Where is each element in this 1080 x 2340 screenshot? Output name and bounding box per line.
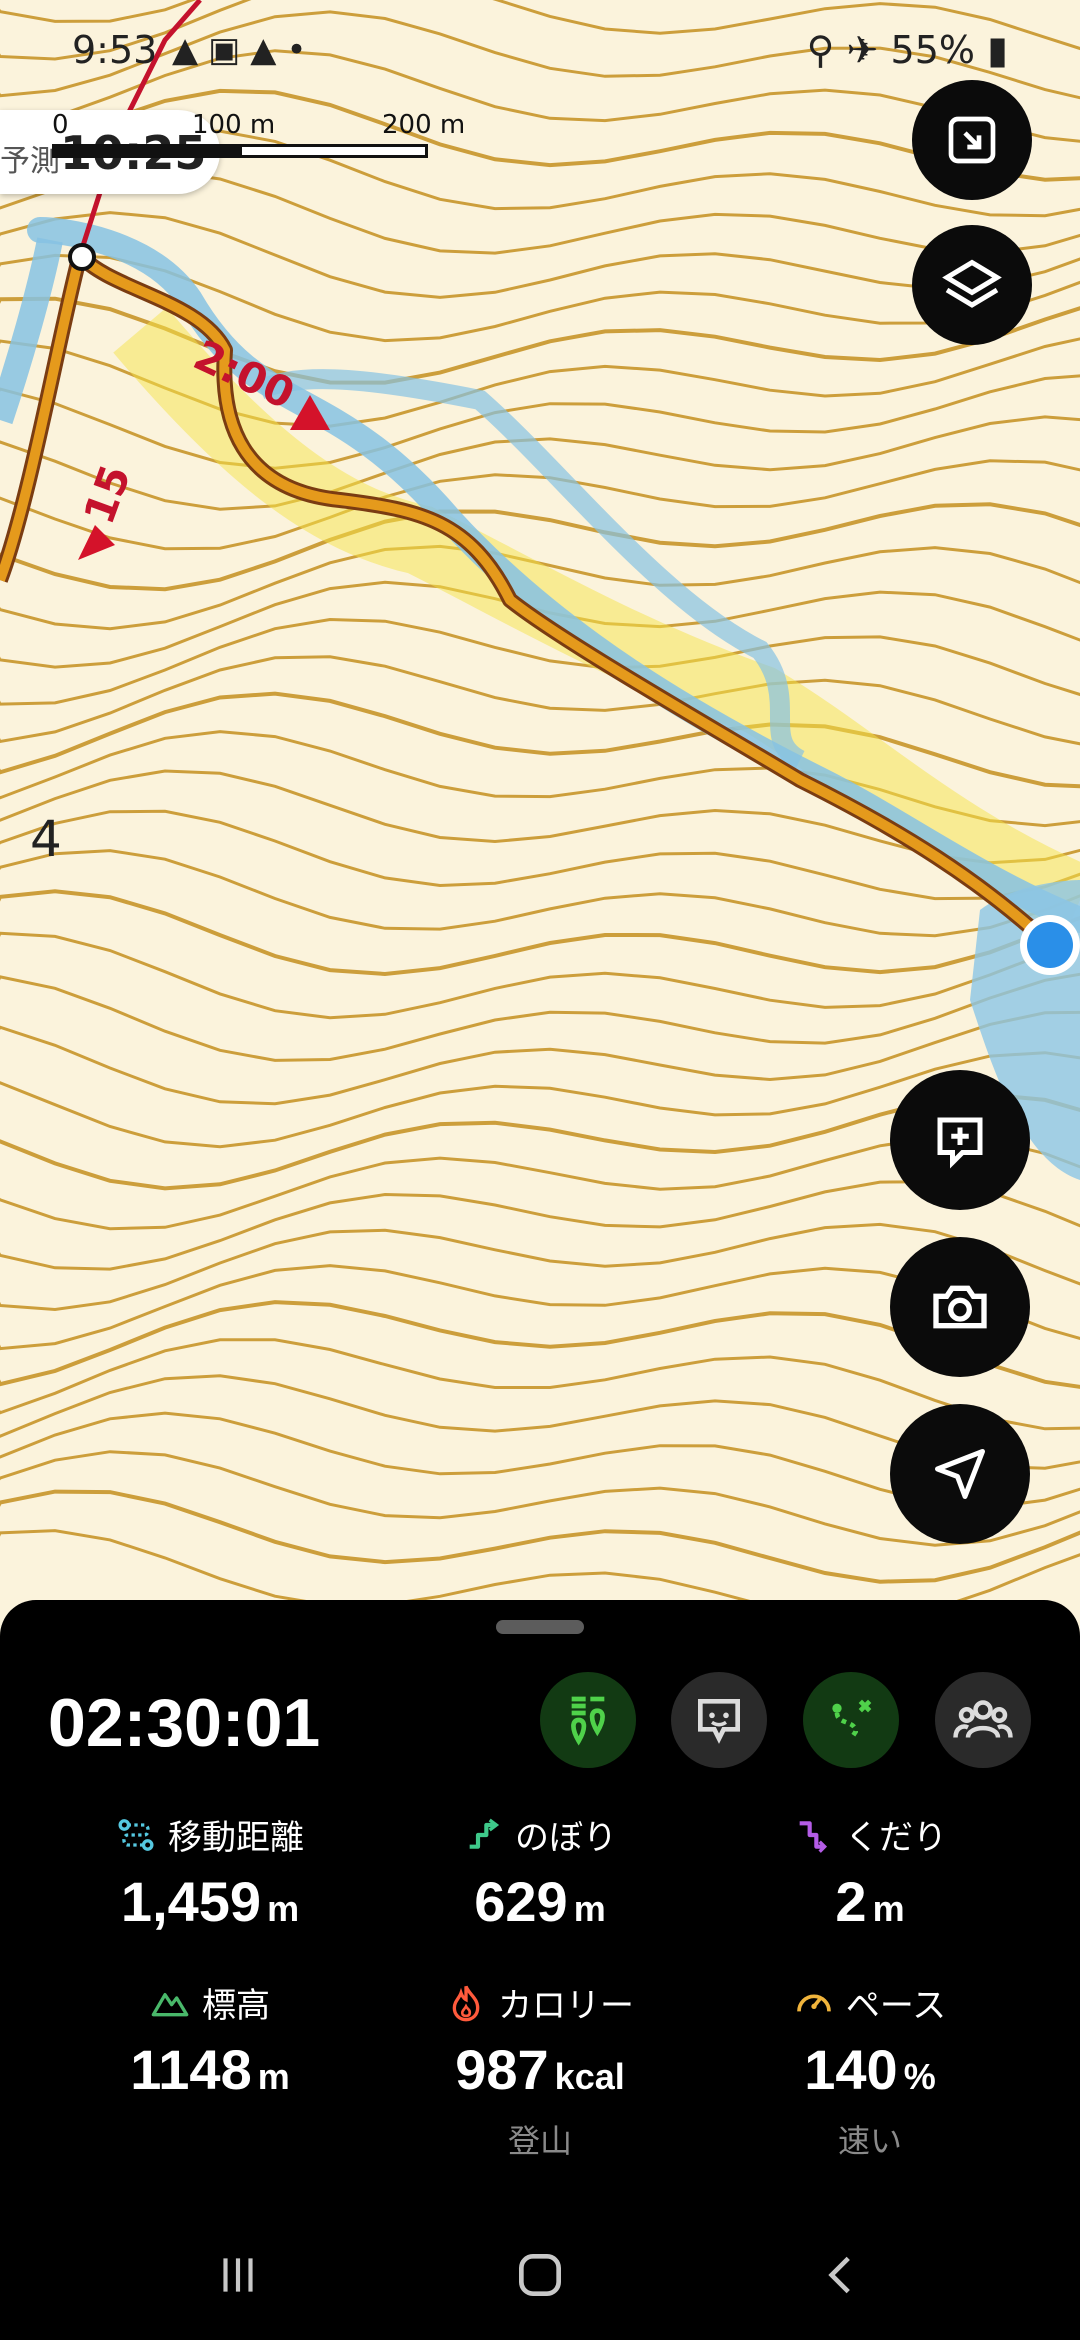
back-icon [828,2256,850,2294]
stat-pace-value: 140 [804,2038,898,2101]
navigation-arrow-icon: ▲ [250,30,287,70]
stat-ascent-label: のぼり [515,1818,617,1858]
group-button[interactable] [935,1672,1031,1768]
back-button[interactable] [782,2240,902,2310]
system-nav-bar [0,2200,1080,2340]
scale-bar-fill [52,144,242,158]
stat-calories-value: 987 [455,2038,549,2101]
route-button[interactable] [803,1672,899,1768]
home-button[interactable] [480,2240,600,2310]
status-bar: 9:53 ▲▣▲• ⚲ ✈ 55% ▮ [0,0,1080,100]
stat-elevation-value: 1148 [130,2038,252,2101]
recent-apps-button[interactable] [178,2240,298,2310]
stat-distance: 移動距離 1,459 m [30,1810,390,1934]
stat-pace-sub: 速い [837,2122,902,2160]
stat-distance-value: 1,459 [120,1870,262,1933]
distance-icon [118,1818,154,1851]
stat-distance-unit: m [267,1888,300,1929]
add-memo-button[interactable] [890,1070,1030,1210]
navigation-icon [935,1449,985,1499]
layers-icon [942,259,1002,308]
stat-pace: ペース 140% 速い [690,1978,1050,2162]
airplane-icon: ✈ [846,28,879,72]
mountain-icon [151,1992,189,2016]
stat-ascent: のぼり 629 m [360,1810,720,1934]
navigation-arrow-icon: ▲ [172,30,209,70]
stat-calories-unit: kcal [554,2056,625,2097]
map-contour-label: 4 [30,810,62,868]
route-icon [832,1699,872,1740]
battery-icon: ▮ [987,28,1008,72]
stat-descent-unit: m [872,1888,905,1929]
stat-descent-label: くだり [845,1818,947,1858]
map-canvas[interactable] [0,0,1080,1620]
camera-icon [933,1285,987,1329]
group-icon [953,1700,1013,1739]
status-right: ⚲ ✈ 55% ▮ [807,28,1008,72]
checkpoint-button[interactable] [540,1672,636,1768]
stat-elevation-label: 標高 [202,1986,270,2026]
descent-icon [799,1820,828,1853]
stat-descent: くだり 2m [690,1810,1050,1934]
fullscreen-button[interactable] [912,80,1032,200]
stat-calories: カロリー 987 kcal 登山 [360,1978,720,2162]
topographic-map[interactable] [0,0,1080,1620]
stat-calories-sub: 登山 [507,2122,572,2160]
scale-label-100: 100 m [192,110,276,140]
elapsed-time: 02:30:01 [48,1685,321,1761]
stat-ascent-unit: m [573,1888,606,1929]
chat-icon [698,1699,740,1744]
dot-icon: • [286,30,317,70]
status-time: 9:53 [72,28,158,72]
stat-descent-value: 2 [835,1870,867,1933]
flame-icon [452,1985,480,2021]
message-button[interactable] [671,1672,767,1768]
stat-distance-label: 移動距離 [168,1818,304,1858]
recents-icon [223,2258,253,2292]
ascent-icon [469,1818,500,1849]
stat-pace-unit: % [903,2056,936,2097]
camera-button[interactable] [890,1237,1030,1377]
stat-pace-label: ペース [845,1986,947,2026]
status-left-icons: ▲▣▲• [172,30,317,70]
battery-text: 55% [890,28,975,72]
eta-label: 予測 [0,144,60,179]
scale-label-0: 0 [52,110,69,140]
scale-label-200: 200 m [382,110,466,140]
stat-elevation: 標高 1148 m [30,1978,390,2102]
scale-bar: 0 100 m 200 m [52,110,472,160]
image-icon: ▣ [208,30,251,70]
drag-handle[interactable] [496,1620,584,1634]
add-comment-icon [937,1117,983,1169]
stat-calories-label: カロリー [498,1986,634,2026]
location-icon: ⚲ [806,28,835,72]
pins-icon [571,1696,605,1746]
layers-button[interactable] [912,225,1032,345]
expand-icon [948,116,996,164]
navigate-button[interactable] [890,1404,1030,1544]
home-icon [519,2254,561,2296]
speedometer-icon [797,1994,831,2011]
stat-elevation-unit: m [257,2056,290,2097]
stat-ascent-value: 629 [474,1870,568,1933]
